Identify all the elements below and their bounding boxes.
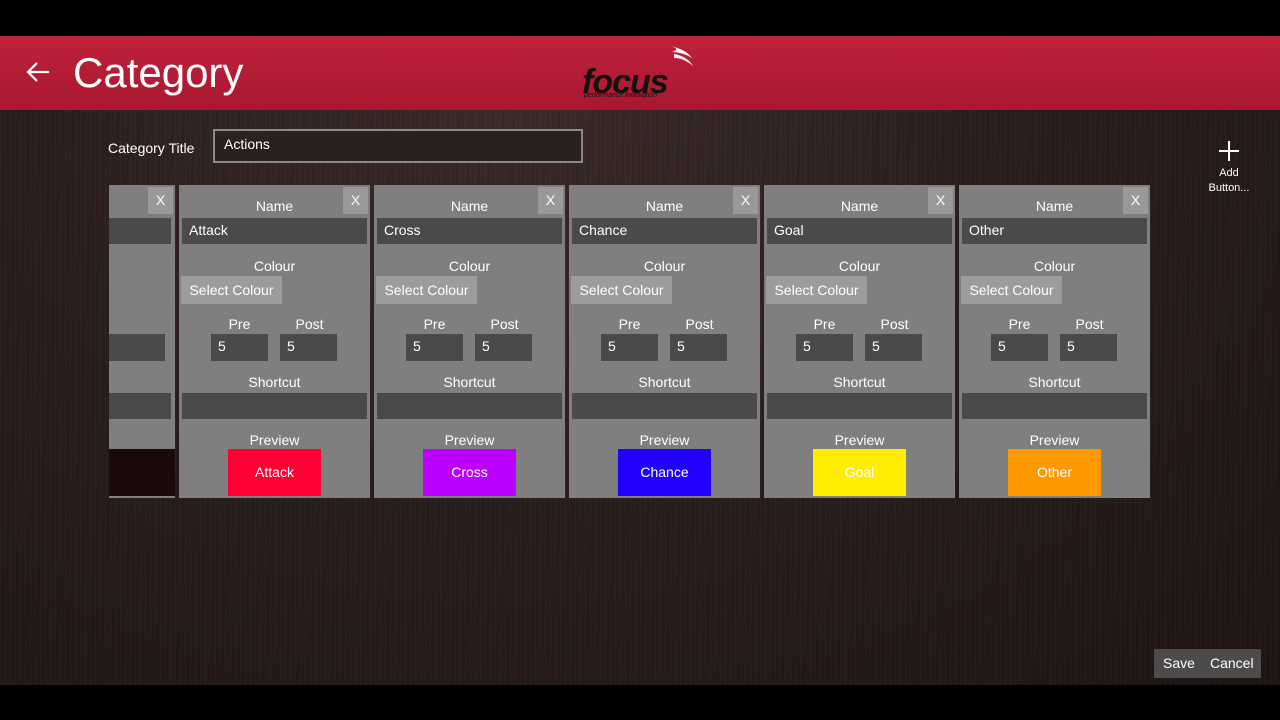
preview-label: Preview xyxy=(249,432,300,448)
button-card: X Name Other Colour Select Colour Pre Post 5 5 Sh… xyxy=(959,185,1150,498)
plus-icon xyxy=(1206,140,1252,166)
select-colour-button[interactable]: Select Colour xyxy=(376,276,477,304)
pre-input[interactable]: 5 xyxy=(991,334,1048,361)
preview-label: Preview xyxy=(444,432,495,448)
post-label: Post xyxy=(880,316,909,332)
pre-label: Pre xyxy=(1008,316,1031,332)
colour-label: Colour xyxy=(253,258,296,274)
shortcut-input[interactable] xyxy=(377,393,562,419)
name-label: Name xyxy=(840,198,879,214)
colour-label: Colour xyxy=(448,258,491,274)
name-label: Name xyxy=(1035,198,1074,214)
name-input[interactable]: Cross xyxy=(377,218,562,244)
button-card: X Name Cross Colour Select Colour Pre Post 5 5 Sh… xyxy=(374,185,565,498)
pre-label: Pre xyxy=(813,316,836,332)
button-card-strip[interactable]: X ost X Name Attack Colour Select Colour Pre P… xyxy=(109,185,1150,498)
colour-label: Colour xyxy=(838,258,881,274)
shortcut-label: Shortcut xyxy=(443,374,496,390)
preview-button: Other xyxy=(1008,449,1101,496)
shortcut-label: Shortcut xyxy=(1028,374,1081,390)
pre-input[interactable]: 5 xyxy=(211,334,268,361)
name-label: Name xyxy=(450,198,489,214)
preview-swatch xyxy=(109,449,175,496)
category-title-input[interactable]: Actions xyxy=(213,129,583,163)
name-input[interactable]: Goal xyxy=(767,218,952,244)
post-input[interactable]: 5 xyxy=(475,334,532,361)
name-input[interactable]: Chance xyxy=(572,218,757,244)
pre-label: Pre xyxy=(423,316,446,332)
focus-logo: focus performance innovation xyxy=(582,44,702,106)
button-card-partial: X ost xyxy=(109,185,175,498)
shortcut-label: Shortcut xyxy=(833,374,886,390)
button-card: X Name Attack Colour Select Colour Pre Post 5 5 S… xyxy=(179,185,370,498)
post-input[interactable] xyxy=(109,334,165,361)
pre-label: Pre xyxy=(228,316,251,332)
preview-label: Preview xyxy=(1029,432,1080,448)
post-label: Post xyxy=(685,316,714,332)
shortcut-label: Shortcut xyxy=(638,374,691,390)
pre-input[interactable]: 5 xyxy=(796,334,853,361)
cancel-button[interactable]: Cancel xyxy=(1210,649,1254,678)
name-label: Name xyxy=(255,198,294,214)
name-input[interactable] xyxy=(109,218,171,244)
name-input[interactable]: Attack xyxy=(182,218,367,244)
post-input[interactable]: 5 xyxy=(1060,334,1117,361)
button-card: X Name Goal Colour Select Colour Pre Post 5 5 Sho… xyxy=(764,185,955,498)
name-input[interactable]: Other xyxy=(962,218,1147,244)
add-button[interactable]: Add Button... xyxy=(1206,140,1252,196)
colour-label: Colour xyxy=(1033,258,1076,274)
add-button-label: Add Button... xyxy=(1208,167,1250,194)
preview-label: Preview xyxy=(834,432,885,448)
page-title: Category xyxy=(73,49,244,96)
header-bar: Category focus performance innovation xyxy=(0,36,1280,110)
preview-button: Chance xyxy=(618,449,711,496)
preview-button: Attack xyxy=(228,449,321,496)
post-input[interactable]: 5 xyxy=(865,334,922,361)
app-window: Category focus performance innovation Ca… xyxy=(0,36,1280,685)
category-title-label: Category Title xyxy=(108,140,195,156)
button-card: X Name Chance Colour Select Colour Pre Post 5 5 S… xyxy=(569,185,760,498)
footer-bar: Save Cancel xyxy=(1154,649,1261,678)
post-input[interactable]: 5 xyxy=(670,334,727,361)
post-label: Post xyxy=(490,316,519,332)
select-colour-button[interactable]: Select Colour xyxy=(766,276,867,304)
select-colour-button[interactable]: Select Colour xyxy=(571,276,672,304)
shortcut-label: Shortcut xyxy=(248,374,301,390)
select-colour-button[interactable]: Select Colour xyxy=(181,276,282,304)
preview-label: Preview xyxy=(639,432,690,448)
post-input[interactable]: 5 xyxy=(280,334,337,361)
shortcut-input[interactable] xyxy=(182,393,367,419)
logo-swoosh-icon xyxy=(670,46,693,66)
post-label: Post xyxy=(295,316,324,332)
shortcut-input[interactable] xyxy=(962,393,1147,419)
logo-tagline: performance innovation xyxy=(584,92,658,99)
arrow-left-icon[interactable] xyxy=(24,58,52,86)
shortcut-input[interactable] xyxy=(109,393,171,419)
shortcut-input[interactable] xyxy=(767,393,952,419)
post-label: Post xyxy=(1075,316,1104,332)
colour-label: Colour xyxy=(643,258,686,274)
pre-input[interactable]: 5 xyxy=(601,334,658,361)
shortcut-input[interactable] xyxy=(572,393,757,419)
preview-button: Goal xyxy=(813,449,906,496)
preview-button: Cross xyxy=(423,449,516,496)
close-button[interactable]: X xyxy=(148,187,173,214)
save-button[interactable]: Save xyxy=(1163,649,1195,678)
name-label: Name xyxy=(645,198,684,214)
pre-label: Pre xyxy=(618,316,641,332)
select-colour-button[interactable]: Select Colour xyxy=(961,276,1062,304)
pre-input[interactable]: 5 xyxy=(406,334,463,361)
